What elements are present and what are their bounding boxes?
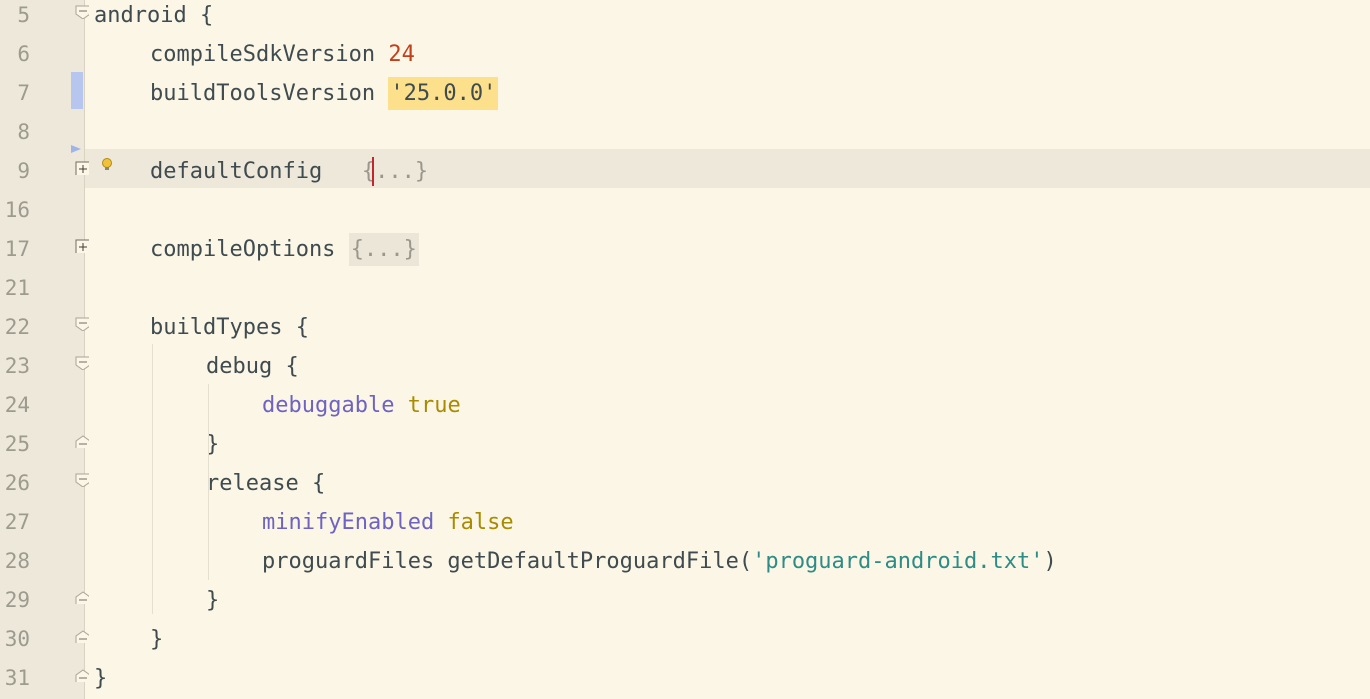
- fold-collapse-icon[interactable]: [75, 473, 89, 487]
- line-number: 5: [17, 3, 30, 27]
- code-token: 24: [388, 42, 415, 67]
- code-token: }: [94, 666, 108, 691]
- fold-end-icon[interactable]: [75, 629, 89, 643]
- fold-collapse-icon[interactable]: [75, 317, 89, 331]
- line-number: 7: [17, 81, 30, 105]
- code-token: }: [206, 588, 220, 613]
- line-number: 31: [4, 666, 30, 690]
- lightbulb-icon[interactable]: [100, 157, 114, 173]
- fold-end-icon[interactable]: [75, 434, 89, 448]
- code-token: 'proguard-android.txt': [752, 549, 1044, 574]
- code-line[interactable]: buildToolsVersion '25.0.0': [150, 74, 499, 113]
- code-token: defaultConfig: [150, 159, 362, 184]
- line-number: 27: [4, 510, 30, 534]
- fold-end-icon[interactable]: [75, 590, 89, 604]
- code-line[interactable]: }: [150, 620, 163, 659]
- code-token: release {: [206, 471, 326, 496]
- indent-guide: [152, 344, 153, 614]
- code-line[interactable]: release {: [206, 464, 325, 503]
- code-token: minifyEnabled: [262, 510, 435, 535]
- code-token: proguardFiles getDefaultProguardFile(: [262, 549, 753, 574]
- code-line[interactable]: buildTypes {: [150, 308, 309, 347]
- code-token: '25.0.0': [388, 77, 499, 110]
- fold-end-icon[interactable]: [75, 668, 89, 682]
- bookmark-arrow-icon: [71, 145, 81, 153]
- fold-collapse-icon[interactable]: [75, 356, 89, 370]
- line-number: 17: [4, 237, 30, 261]
- code-token: true: [407, 393, 461, 418]
- code-line[interactable]: debug {: [206, 347, 299, 386]
- code-token: buildTypes {: [150, 315, 309, 340]
- text-caret: [372, 157, 374, 186]
- code-line[interactable]: compileSdkVersion 24: [150, 35, 415, 74]
- code-line[interactable]: proguardFiles getDefaultProguardFile('pr…: [262, 542, 1057, 581]
- line-number: 28: [4, 549, 30, 573]
- line-number: 30: [4, 627, 30, 651]
- line-number: 6: [17, 42, 30, 66]
- code-token: debug {: [206, 354, 299, 379]
- code-line[interactable]: compileOptions {...}: [150, 230, 419, 269]
- code-line[interactable]: debuggable true: [262, 386, 461, 425]
- line-number: 16: [4, 198, 30, 222]
- line-number: 21: [4, 276, 30, 300]
- code-line[interactable]: minifyEnabled false: [262, 503, 514, 542]
- code-line[interactable]: }: [94, 659, 107, 698]
- line-number: 9: [17, 159, 30, 183]
- fold-expand-icon[interactable]: [75, 239, 89, 253]
- indent-guide: [208, 500, 209, 580]
- line-number: 25: [4, 432, 30, 456]
- code-token: false: [447, 510, 514, 535]
- line-number: 29: [4, 588, 30, 612]
- code-editor[interactable]: android {compileSdkVersion 24 buildToolsV…: [0, 0, 1370, 699]
- line-number: 23: [4, 354, 30, 378]
- line-number: 8: [17, 120, 30, 144]
- fold-collapse-icon[interactable]: [75, 5, 89, 19]
- code-token: ): [1043, 549, 1057, 574]
- line-number: 22: [4, 315, 30, 339]
- code-token: }: [150, 627, 164, 652]
- line-number: 26: [4, 471, 30, 495]
- code-line[interactable]: android {: [94, 0, 213, 35]
- changed-line-marker[interactable]: [71, 72, 83, 109]
- folded-block[interactable]: {...}: [348, 233, 419, 266]
- code-token: buildToolsVersion: [150, 81, 389, 106]
- code-area[interactable]: android {compileSdkVersion 24 buildToolsV…: [85, 0, 1370, 699]
- line-number: 24: [4, 393, 30, 417]
- code-token: debuggable: [262, 393, 395, 418]
- fold-expand-icon[interactable]: [75, 161, 89, 175]
- code-line[interactable]: defaultConfig {...}: [150, 152, 428, 191]
- code-token: android {: [94, 3, 214, 28]
- code-token: compileSdkVersion: [150, 42, 389, 67]
- code-line[interactable]: }: [206, 581, 219, 620]
- code-token: compileOptions: [150, 237, 349, 262]
